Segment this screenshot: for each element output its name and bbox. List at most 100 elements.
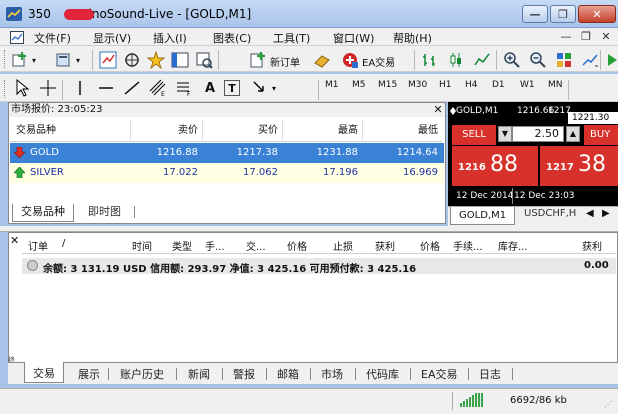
tab-account-history[interactable]: 账户历史 [120,366,164,382]
horizontal-line-icon[interactable] [96,78,116,98]
col-header-high[interactable]: 最高 [282,120,362,142]
tab-code-base[interactable]: 代码库 [366,366,399,382]
col-header-bid[interactable]: 卖价 [130,120,202,142]
chart-shift-icon[interactable] [580,50,600,70]
col-header-lots[interactable]: 手... [205,238,225,253]
data-window-icon[interactable] [122,50,142,70]
mdi-restore-button[interactable]: ❐ [578,30,594,44]
zoom-in-icon[interactable] [502,50,522,70]
strategy-tester-icon[interactable] [194,50,214,70]
trendline-icon[interactable] [122,78,142,98]
menu-help[interactable]: 帮助(H) [393,30,432,46]
vertical-line-icon[interactable] [70,78,90,98]
tab-journal[interactable]: 日志 [479,366,501,382]
col-header-commission[interactable]: 手续... [453,238,483,253]
col-header-order[interactable]: 订单 [28,238,48,253]
arrows-tool-icon[interactable] [250,78,270,98]
tab-mailbox[interactable]: 邮箱 [277,366,299,382]
col-header-stop-loss[interactable]: 止损 [333,238,353,253]
equidistant-channel-icon[interactable]: E [148,78,168,98]
col-header-type[interactable]: 类型 [172,238,192,253]
timeframe-h1[interactable]: H1 [437,80,454,96]
maximize-button[interactable]: ❐ [550,5,576,23]
chevron-right-icon[interactable]: ▶ [602,208,610,219]
timeframe-m5[interactable]: M5 [350,80,368,96]
minimize-button[interactable]: — [522,5,548,23]
chevron-left-icon[interactable]: ◀ [586,208,594,219]
toolbar-grip[interactable] [4,80,7,98]
market-watch-icon[interactable] [98,50,118,70]
dropdown-arrow-icon[interactable]: ▾ [32,56,36,65]
timeframe-d1[interactable]: D1 [490,80,507,96]
col-header-symbol[interactable]: 交... [246,238,266,253]
col-header-symbol[interactable]: 交易品种 [10,120,130,142]
bar-chart-icon[interactable] [420,50,440,70]
line-chart-icon[interactable] [472,50,492,70]
new-order-icon[interactable] [248,50,268,70]
connection-status-icon[interactable] [460,393,488,407]
buy-button[interactable]: BUY [584,125,618,145]
col-header-swap[interactable]: 库存... [498,238,528,253]
lot-increase-button[interactable]: ▲ [566,126,580,142]
new-order-button[interactable]: 新订单 [270,54,300,69]
lot-size-input[interactable]: 2.50 [512,126,564,142]
mdi-minimize-button[interactable]: — [558,30,574,44]
col-header-time[interactable]: 时间 [132,238,152,253]
ea-trading-button[interactable]: EA交易 [362,54,395,69]
timeframe-m15[interactable]: M15 [376,80,399,96]
col-header-ask[interactable]: 买价 [202,120,282,142]
buy-price-box[interactable]: 1217 38 [540,146,618,186]
lot-decrease-button[interactable]: ▼ [498,126,512,142]
timeframe-w1[interactable]: W1 [518,80,537,96]
text-tool-icon[interactable]: A [200,78,220,98]
terminal-close-button[interactable]: ✕ [10,234,19,247]
tab-news[interactable]: 新闻 [188,366,210,382]
tab-exposure[interactable]: 展示 [78,366,100,382]
text-label-tool-icon[interactable]: T [224,80,240,96]
sell-price-box[interactable]: 1216 88 [452,146,538,186]
toolbar-grip[interactable] [4,50,7,68]
tab-tick-chart[interactable]: 即时图 [80,204,129,222]
market-watch-close-button[interactable]: ✕ [432,103,444,117]
terminal-icon[interactable] [170,50,190,70]
tab-symbols[interactable]: 交易品种 [12,204,74,222]
tile-windows-icon[interactable] [554,50,574,70]
tab-market[interactable]: 市场 [321,366,343,382]
chart-tab-gold[interactable]: GOLD,M1 [450,207,516,225]
new-chart-icon[interactable] [10,50,30,70]
menu-insert[interactable]: 插入(I) [153,30,187,46]
menu-file[interactable]: 文件(F) [34,30,71,46]
menu-tools[interactable]: 工具(T) [273,30,310,46]
autoscroll-icon[interactable] [602,50,618,70]
resize-grip-icon[interactable]: ⋰ [604,400,616,412]
timeframe-m1[interactable]: M1 [323,80,341,96]
col-header-take-profit[interactable]: 获利 [375,238,395,253]
tab-alerts[interactable]: 警报 [233,366,255,382]
timeframe-h4[interactable]: H4 [463,80,480,96]
timeframe-mn[interactable]: MN [546,80,565,96]
expert-advisor-icon[interactable] [340,50,360,70]
menu-charts[interactable]: 图表(C) [213,30,251,46]
navigator-icon[interactable] [146,50,166,70]
col-header-low[interactable]: 最低 [362,120,442,142]
tab-expert-advisors[interactable]: EA交易 [421,366,457,382]
tab-trade[interactable]: 交易 [24,362,64,383]
sell-button[interactable]: SELL [452,125,496,145]
col-header-open-price[interactable]: 价格 [287,238,307,253]
chart-tab-usdchf[interactable]: USDCHF,H [524,208,576,219]
dropdown-arrow-icon[interactable]: ▾ [76,56,80,65]
crosshair-icon[interactable] [38,78,58,98]
close-window-button[interactable]: ✕ [578,5,616,23]
profiles-icon[interactable] [54,50,74,70]
timeframe-m30[interactable]: M30 [406,80,429,96]
candlestick-icon[interactable] [446,50,466,70]
zoom-out-icon[interactable] [528,50,548,70]
dropdown-arrow-icon[interactable]: ▾ [272,84,276,93]
col-header-profit[interactable]: 获利 [582,238,602,253]
menu-window[interactable]: 窗口(W) [333,30,374,46]
mdi-close-button[interactable]: ✕ [598,30,614,44]
metaeditor-icon[interactable] [312,50,332,70]
fibonacci-icon[interactable]: F [174,78,194,98]
cursor-icon[interactable] [12,78,32,98]
col-header-price[interactable]: 价格 [420,238,440,253]
